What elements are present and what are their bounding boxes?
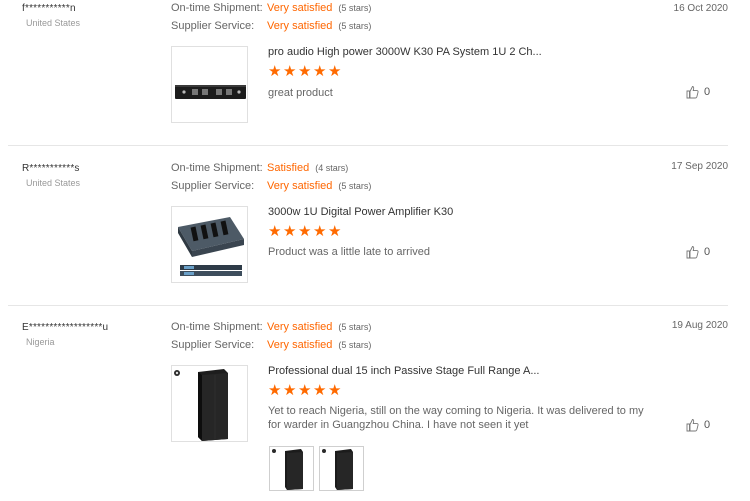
- buyer-name: f***********n: [22, 3, 76, 14]
- like-button[interactable]: 0: [686, 418, 710, 432]
- like-count: 0: [704, 419, 711, 431]
- shipment-rating: On-time Shipment: Very satisfied (5 star…: [171, 1, 371, 15]
- service-stars: (5 stars): [338, 181, 372, 191]
- star-icon: ★: [283, 382, 297, 399]
- product-thumbnail[interactable]: [171, 206, 248, 283]
- star-icon: ★: [283, 223, 297, 240]
- service-label: Supplier Service:: [171, 20, 255, 32]
- amplifier-board-image: [178, 217, 244, 276]
- service-value: Very satisfied: [267, 180, 333, 192]
- star-rating: ★ ★ ★ ★ ★: [268, 382, 342, 399]
- service-stars: (5 stars): [338, 340, 372, 350]
- shipment-value: Very satisfied: [267, 2, 333, 14]
- speaker-photo-image: [272, 449, 303, 490]
- shipment-stars: (5 stars): [338, 322, 372, 332]
- review-date: 19 Aug 2020: [671, 320, 728, 331]
- star-icon: ★: [328, 223, 342, 240]
- star-icon: ★: [313, 223, 327, 240]
- like-count: 0: [704, 86, 711, 98]
- star-icon: ★: [268, 382, 282, 399]
- review-photo-thumbnail[interactable]: [319, 446, 364, 491]
- star-icon: ★: [328, 382, 342, 399]
- service-rating: Supplier Service: Very satisfied (5 star…: [171, 179, 371, 193]
- product-thumbnail[interactable]: [171, 46, 248, 123]
- service-rating: Supplier Service: Very satisfied (5 star…: [171, 19, 371, 33]
- product-title-link[interactable]: pro audio High power 3000W K30 PA System…: [268, 46, 542, 58]
- shipment-rating: On-time Shipment: Very satisfied (5 star…: [171, 320, 371, 334]
- star-icon: ★: [298, 223, 312, 240]
- star-rating: ★ ★ ★ ★ ★: [268, 223, 342, 240]
- shipment-label: On-time Shipment:: [171, 2, 263, 14]
- star-icon: ★: [298, 382, 312, 399]
- service-value: Very satisfied: [267, 20, 333, 32]
- service-label: Supplier Service:: [171, 339, 255, 351]
- shipment-stars: (5 stars): [338, 3, 372, 13]
- star-icon: ★: [283, 63, 297, 80]
- shipment-label: On-time Shipment:: [171, 321, 263, 333]
- star-icon: ★: [328, 63, 342, 80]
- buyer-country: Nigeria: [26, 337, 55, 347]
- star-icon: ★: [298, 63, 312, 80]
- review-date: 17 Sep 2020: [671, 161, 728, 172]
- review-photo-thumbnail[interactable]: [269, 446, 314, 491]
- star-icon: ★: [313, 63, 327, 80]
- amplifier-1u-image: [175, 85, 246, 99]
- thumbs-up-icon: [686, 246, 699, 259]
- shipment-value: Satisfied: [267, 162, 310, 174]
- review-divider: [8, 305, 728, 306]
- service-stars: (5 stars): [338, 21, 372, 31]
- service-label: Supplier Service:: [171, 180, 255, 192]
- thumbs-up-icon: [686, 419, 699, 432]
- thumbs-up-icon: [686, 86, 699, 99]
- review-comment: Product was a little late to arrived: [268, 246, 431, 258]
- product-title-link[interactable]: Professional dual 15 inch Passive Stage …: [268, 365, 540, 377]
- speaker-cabinet-image: [174, 369, 228, 441]
- product-title-link[interactable]: 3000w 1U Digital Power Amplifier K30: [268, 206, 453, 218]
- like-button[interactable]: 0: [686, 85, 710, 99]
- like-count: 0: [704, 246, 711, 258]
- buyer-country: United States: [26, 18, 81, 28]
- shipment-label: On-time Shipment:: [171, 162, 263, 174]
- review-divider: [8, 145, 728, 146]
- review-comment: great product: [268, 87, 333, 99]
- like-button[interactable]: 0: [686, 245, 710, 259]
- buyer-name: E******************u: [22, 322, 109, 333]
- product-thumbnail[interactable]: [171, 365, 248, 442]
- star-icon: ★: [268, 223, 282, 240]
- star-rating: ★ ★ ★ ★ ★: [268, 63, 342, 80]
- review-date: 16 Oct 2020: [673, 3, 728, 14]
- speaker-photo-image: [322, 449, 353, 490]
- buyer-name: R***********s: [22, 163, 80, 174]
- service-value: Very satisfied: [267, 339, 333, 351]
- star-icon: ★: [268, 63, 282, 80]
- shipment-rating: On-time Shipment: Satisfied (4 stars): [171, 161, 348, 175]
- shipment-stars: (4 stars): [315, 163, 349, 173]
- service-rating: Supplier Service: Very satisfied (5 star…: [171, 338, 371, 352]
- shipment-value: Very satisfied: [267, 321, 333, 333]
- buyer-country: United States: [26, 178, 81, 188]
- star-icon: ★: [313, 382, 327, 399]
- review-comment: Yet to reach Nigeria, still on the way c…: [268, 405, 644, 431]
